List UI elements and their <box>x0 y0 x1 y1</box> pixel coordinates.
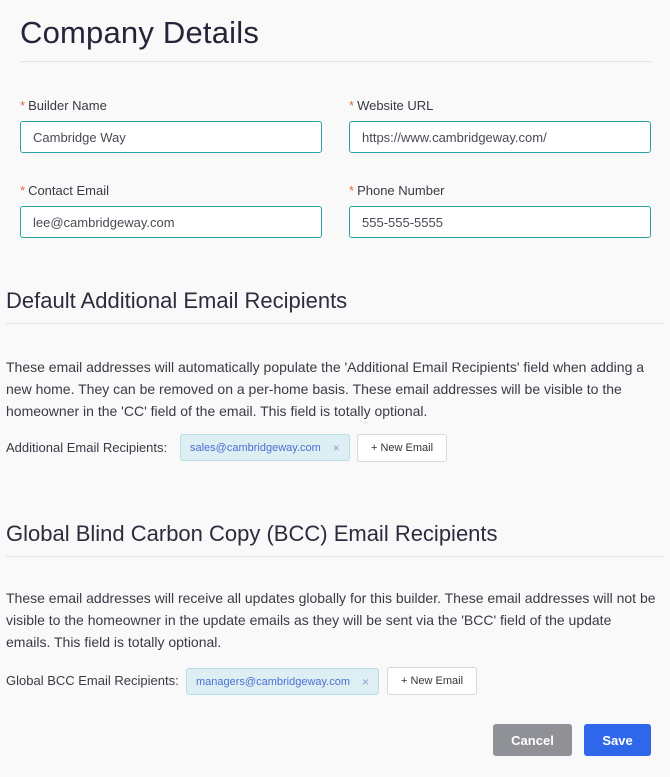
required-marker: * <box>349 183 355 198</box>
page-title: Company Details <box>20 15 260 50</box>
additional-description: These email addresses will automatically… <box>6 359 645 419</box>
required-marker: * <box>20 98 26 113</box>
phone-number-input[interactable] <box>349 206 651 238</box>
builder-name-input[interactable] <box>20 121 322 153</box>
save-button[interactable]: Save <box>584 724 651 756</box>
required-marker: * <box>20 183 26 198</box>
email-tag: managers@cambridgeway.com × <box>186 668 380 695</box>
contact-email-input[interactable] <box>20 206 322 238</box>
bcc-recipients-heading: Global Blind Carbon Copy (BCC) Email Rec… <box>6 521 498 546</box>
additional-recipients-label: Additional Email Recipients: <box>6 440 168 455</box>
email-tag-text: managers@cambridgeway.com <box>196 675 351 688</box>
bcc-recipients-label: Global BCC Email Recipients: <box>6 673 179 688</box>
close-icon[interactable]: × <box>362 675 369 689</box>
website-url-input[interactable] <box>349 121 651 153</box>
contact-email-label: * Contact Email <box>20 183 109 198</box>
email-tag-text: sales@cambridgeway.com <box>190 441 321 454</box>
cancel-button[interactable]: Cancel <box>493 724 572 756</box>
title-divider <box>20 61 651 62</box>
add-additional-email-button[interactable]: + New Email <box>357 434 448 462</box>
bcc-description: These email addresses will receive all u… <box>6 590 656 650</box>
bcc-divider <box>6 556 664 557</box>
email-tag: sales@cambridgeway.com × <box>180 434 350 461</box>
website-url-label: * Website URL <box>349 98 434 113</box>
additional-divider <box>6 323 664 324</box>
builder-name-label: * Builder Name <box>20 98 107 113</box>
phone-number-label: * Phone Number <box>349 183 445 198</box>
close-icon[interactable]: × <box>333 441 340 455</box>
add-bcc-email-button[interactable]: + New Email <box>387 667 478 695</box>
required-marker: * <box>349 98 355 113</box>
additional-recipients-heading: Default Additional Email Recipients <box>6 288 348 313</box>
